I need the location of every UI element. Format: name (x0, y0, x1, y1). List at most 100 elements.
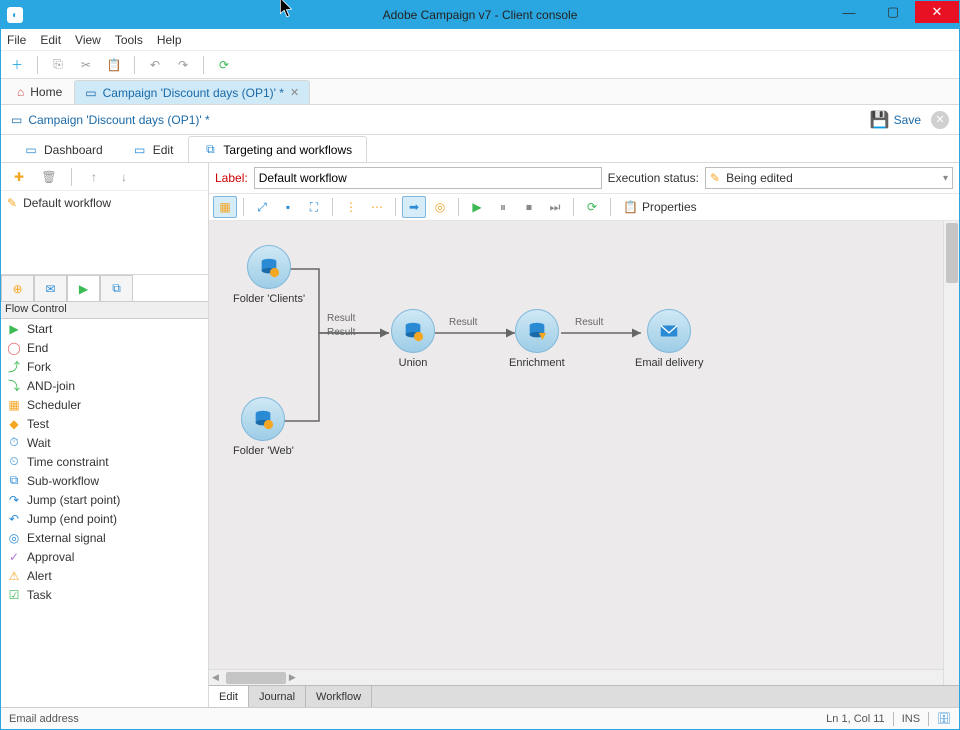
target-icon[interactable]: ◎ (428, 196, 452, 218)
email-icon (647, 309, 691, 353)
palette-item[interactable]: ⚠Alert (1, 566, 208, 585)
pencil-icon: ✎ (7, 196, 17, 210)
workflow-item[interactable]: ✎ Default workflow (3, 193, 206, 213)
main-area: Label: Execution status: ✎ Being edited … (209, 163, 959, 707)
workflow-toolbar: ✚ 🗑 ↑ ↓ (1, 163, 208, 191)
refresh-canvas-icon[interactable]: ⟳ (580, 196, 604, 218)
palette-item-label: Sub-workflow (27, 474, 99, 488)
palette-item[interactable]: ⏲Time constraint (1, 452, 208, 471)
status-select[interactable]: ✎ Being edited (705, 167, 953, 189)
palette-item-label: Fork (27, 360, 51, 374)
btab-workflow[interactable]: Workflow (306, 686, 372, 708)
scroll-thumb[interactable] (946, 223, 958, 283)
pencil-icon: ✎ (710, 171, 720, 185)
palette-item[interactable]: ⤵AND-join (1, 376, 208, 395)
zoom-100-icon[interactable]: ▪ (276, 196, 300, 218)
node-folder-clients[interactable]: Folder 'Clients' (233, 245, 305, 305)
palette-item[interactable]: ▶ Start (1, 319, 208, 338)
palette-item[interactable]: ◎External signal (1, 528, 208, 547)
content-row: ✚ 🗑 ↑ ↓ ✎ Default workflow ⊕ ✉ ▶ ⧉ Flow … (1, 163, 959, 707)
palette-item[interactable]: ↶Jump (end point) (1, 509, 208, 528)
node-folder-web[interactable]: Folder 'Web' (233, 397, 294, 457)
up-icon[interactable]: ↑ (82, 166, 106, 188)
status-value: Being edited (726, 171, 793, 185)
btab-journal[interactable]: Journal (249, 686, 306, 708)
alert-icon: ⚠ (7, 569, 21, 583)
label-input[interactable] (254, 167, 602, 189)
menu-file[interactable]: File (7, 33, 26, 47)
option-icon[interactable]: ⋯ (365, 196, 389, 218)
palette-tab-actions[interactable]: ⧉ (100, 275, 133, 301)
palette-item-label: Jump (start point) (27, 493, 120, 507)
status-ins: INS (902, 713, 920, 725)
view-mode-icon[interactable]: ▦ (213, 196, 237, 218)
breadcrumb[interactable]: ▭ Campaign 'Discount days (OP1)' * (11, 113, 210, 127)
minimize-button[interactable] (827, 1, 871, 23)
node-email[interactable]: Email delivery (635, 309, 703, 369)
tab-edit[interactable]: ▭ Edit (118, 136, 189, 162)
properties-icon: 📋 (623, 200, 638, 214)
vscroll[interactable] (943, 221, 959, 685)
dashboard-icon: ▭ (24, 143, 38, 157)
connector-icon[interactable]: ➡ (402, 196, 426, 218)
node-union[interactable]: Union (391, 309, 435, 369)
breadcrumb-label: Campaign 'Discount days (OP1)' * (28, 113, 209, 127)
save-label: Save (894, 113, 921, 127)
canvas[interactable]: Result Result Result Result Folder 'Clie… (209, 221, 959, 685)
pause-icon[interactable]: ⏸ (491, 196, 515, 218)
palette-item[interactable]: ⤴Fork (1, 357, 208, 376)
tab-home[interactable]: ⌂ Home (7, 80, 72, 104)
paste-icon[interactable]: 📋 (102, 54, 126, 76)
stop-icon[interactable]: ⏹ (517, 196, 541, 218)
delete-icon[interactable]: 🗑 (37, 166, 61, 188)
btab-edit[interactable]: Edit (209, 686, 249, 708)
task-icon: ☑ (7, 588, 21, 602)
save-button[interactable]: 💾 Save (870, 110, 921, 130)
more-icon[interactable]: ⋮ (339, 196, 363, 218)
tab-targeting[interactable]: ⧉ Targeting and workflows (188, 136, 367, 162)
scroll-thumb[interactable] (226, 672, 286, 684)
union-icon (391, 309, 435, 353)
redo-icon[interactable]: ↷ (171, 54, 195, 76)
palette-item[interactable]: ◯End (1, 338, 208, 357)
window-controls (827, 1, 959, 23)
and-join-icon: ⤵ (7, 379, 21, 393)
step-icon[interactable]: ⏭ (543, 196, 567, 218)
tab-close-icon[interactable]: ✕ (290, 86, 299, 99)
new-icon[interactable]: ＋ (5, 54, 29, 76)
close-button[interactable] (915, 1, 959, 23)
palette-item[interactable]: ⏱Wait (1, 433, 208, 452)
copy-icon[interactable]: ⎘ (46, 54, 70, 76)
play-icon[interactable]: ▶ (465, 196, 489, 218)
palette-item[interactable]: ▦Scheduler (1, 395, 208, 414)
palette-tab-targeting[interactable]: ⊕ (1, 275, 34, 301)
palette-item[interactable]: ☑Task (1, 585, 208, 604)
start-icon: ▶ (7, 322, 21, 336)
maximize-button[interactable] (871, 1, 915, 23)
palette-tab-delivery[interactable]: ✉ (34, 275, 67, 301)
zoom-sel-icon[interactable]: ⛶ (302, 196, 326, 218)
down-icon[interactable]: ↓ (112, 166, 136, 188)
menu-tools[interactable]: Tools (115, 33, 143, 47)
menu-view[interactable]: View (75, 33, 101, 47)
new-workflow-icon[interactable]: ✚ (7, 166, 31, 188)
cut-icon[interactable]: ✂ (74, 54, 98, 76)
palette-item[interactable]: ⧉Sub-workflow (1, 471, 208, 490)
menu-edit[interactable]: Edit (40, 33, 61, 47)
refresh-icon[interactable]: ⟳ (212, 54, 236, 76)
canvas-wrap: Result Result Result Result Folder 'Clie… (209, 221, 959, 685)
close-panel-button[interactable]: ✕ (931, 111, 949, 129)
tab-campaign[interactable]: ▭ Campaign 'Discount days (OP1)' * ✕ (74, 80, 310, 104)
hscroll[interactable] (209, 669, 943, 685)
palette-item-label: Start (27, 322, 52, 336)
node-enrichment[interactable]: Enrichment (509, 309, 565, 369)
palette-item[interactable]: ◆Test (1, 414, 208, 433)
palette-item[interactable]: ✓Approval (1, 547, 208, 566)
tab-dashboard[interactable]: ▭ Dashboard (9, 136, 118, 162)
undo-icon[interactable]: ↶ (143, 54, 167, 76)
menu-help[interactable]: Help (157, 33, 182, 47)
properties-button[interactable]: 📋 Properties (617, 200, 703, 214)
palette-item[interactable]: ↷Jump (start point) (1, 490, 208, 509)
zoom-fit-icon[interactable]: ⤢ (250, 196, 274, 218)
palette-tab-flow[interactable]: ▶ (67, 275, 100, 301)
